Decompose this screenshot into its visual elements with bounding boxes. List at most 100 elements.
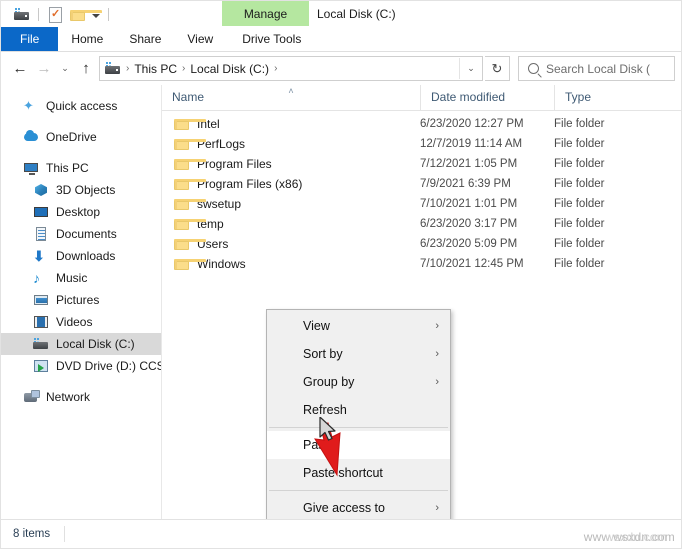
sidebar-label: Downloads <box>56 249 116 263</box>
column-headers: ˄ Name Date modified Type <box>162 85 681 111</box>
sidebar-item-3d-objects[interactable]: 3D Objects <box>1 179 161 201</box>
window-title: Local Disk (C:) <box>317 6 396 21</box>
sidebar-item-quick-access[interactable]: ✦ Quick access <box>1 95 161 117</box>
file-type-cell: File folder <box>554 118 605 130</box>
sidebar-item-onedrive[interactable]: OneDrive <box>1 126 161 148</box>
tab-home[interactable]: Home <box>58 27 116 51</box>
item-count-label: 8 items <box>13 528 51 540</box>
file-type-cell: File folder <box>554 138 605 150</box>
chevron-right-icon: › <box>435 376 439 388</box>
contextual-tab-group-manage: Manage <box>222 1 309 26</box>
breadcrumb-local-disk[interactable]: Local Disk (C:) <box>187 62 272 76</box>
drive-icon[interactable] <box>13 6 30 23</box>
tab-share[interactable]: Share <box>116 27 174 51</box>
chevron-right-icon: › <box>435 502 439 514</box>
menu-item-group-by[interactable]: Group by › <box>267 368 450 396</box>
menu-item-refresh[interactable]: Refresh <box>267 396 450 424</box>
folder-icon <box>174 158 206 171</box>
forward-button[interactable]: → <box>33 57 55 81</box>
menu-item-paste-shortcut[interactable]: Paste shortcut <box>267 459 450 487</box>
sidebar-item-pictures[interactable]: Pictures <box>1 289 161 311</box>
folder-icon <box>174 178 206 191</box>
file-date-cell: 7/12/2021 1:05 PM <box>420 158 518 170</box>
breadcrumb-separator-1[interactable]: › <box>180 63 187 74</box>
tab-file[interactable]: File <box>1 27 59 51</box>
file-type-cell: File folder <box>554 218 605 230</box>
breadcrumb-this-pc[interactable]: This PC <box>131 62 180 76</box>
menu-item-paste[interactable]: Paste <box>267 431 450 459</box>
file-type-cell: File folder <box>554 258 605 270</box>
table-row[interactable]: temp 6/23/2020 3:17 PM File folder <box>162 214 681 234</box>
sidebar-item-documents[interactable]: Documents <box>1 223 161 245</box>
file-name-cell: PerfLogs <box>162 137 420 151</box>
toolbar-divider <box>38 7 39 21</box>
sidebar-label: Music <box>56 271 88 285</box>
address-bar[interactable]: › This PC › Local Disk (C:) › ⌄ <box>99 56 483 81</box>
table-row[interactable]: PerfLogs 12/7/2019 11:14 AM File folder <box>162 134 681 154</box>
breadcrumb-separator-2[interactable]: › <box>272 63 279 74</box>
file-name-cell: Program Files (x86) <box>162 177 420 191</box>
properties-icon[interactable]: ✓ <box>47 6 64 23</box>
menu-item-give-access-to[interactable]: Give access to › <box>267 494 450 522</box>
download-icon: ⬇ <box>33 248 45 264</box>
recent-locations-button[interactable]: ⌄ <box>57 57 73 81</box>
sidebar-item-dvd-drive-d[interactable]: DVD Drive (D:) CCSA <box>1 355 161 377</box>
search-placeholder: Search Local Disk ( <box>546 61 651 76</box>
new-folder-icon[interactable] <box>70 9 102 22</box>
chevron-right-icon: › <box>435 320 439 332</box>
quick-access-toolbar: ✓ <box>1 1 111 27</box>
file-date-cell: 12/7/2019 11:14 AM <box>420 138 523 150</box>
sidebar-item-downloads[interactable]: ⬇ Downloads <box>1 245 161 267</box>
tab-view[interactable]: View <box>174 27 226 51</box>
sidebar-item-videos[interactable]: Videos <box>1 311 161 333</box>
file-name-cell: Users <box>162 237 420 251</box>
cloud-icon <box>23 129 39 145</box>
file-name-cell: swsetup <box>162 197 420 211</box>
folder-icon <box>174 118 206 131</box>
menu-item-view[interactable]: View › <box>267 312 450 340</box>
file-name-cell: Intel <box>162 117 420 131</box>
table-row[interactable]: swsetup 7/10/2021 1:01 PM File folder <box>162 194 681 214</box>
search-input[interactable]: Search Local Disk ( <box>518 56 675 81</box>
file-type-cell: File folder <box>554 158 605 170</box>
star-icon: ✦ <box>23 98 34 113</box>
file-rows: Intel 6/23/2020 12:27 PM File folder Per… <box>162 111 681 274</box>
tab-drive-tools[interactable]: Drive Tools <box>232 27 311 51</box>
sidebar-label: Network <box>46 390 91 404</box>
address-drive-icon <box>104 60 121 77</box>
sidebar-item-this-pc[interactable]: This PC <box>1 157 161 179</box>
folder-icon <box>174 138 206 151</box>
sidebar-item-music[interactable]: ♪ Music <box>1 267 161 289</box>
menu-separator <box>269 490 448 491</box>
file-date-cell: 7/10/2021 1:01 PM <box>420 198 518 210</box>
menu-item-sort-by[interactable]: Sort by › <box>267 340 450 368</box>
file-date-cell: 6/23/2020 3:17 PM <box>420 218 518 230</box>
refresh-button[interactable]: ↻ <box>485 56 510 81</box>
column-header-name[interactable]: ˄ Name <box>162 85 420 110</box>
chevron-right-icon: › <box>435 348 439 360</box>
table-row[interactable]: Program Files (x86) 7/9/2021 6:39 PM Fil… <box>162 174 681 194</box>
explorer-window: ✓ Manage Local Disk (C:) File Home Share… <box>0 0 682 549</box>
column-header-type[interactable]: Type <box>554 85 681 110</box>
sidebar-item-local-disk-c[interactable]: Local Disk (C:) <box>1 333 161 355</box>
address-dropdown-icon[interactable]: ⌄ <box>459 58 482 79</box>
file-date-cell: 6/23/2020 12:27 PM <box>420 118 524 130</box>
file-name-cell: Program Files <box>162 157 420 171</box>
table-row[interactable]: Users 6/23/2020 5:09 PM File folder <box>162 234 681 254</box>
sidebar-label: Documents <box>56 227 117 241</box>
title-bar: ✓ Manage Local Disk (C:) <box>1 1 681 27</box>
table-row[interactable]: Intel 6/23/2020 12:27 PM File folder <box>162 114 681 134</box>
sidebar-item-network[interactable]: Network <box>1 386 161 408</box>
picture-icon <box>33 292 49 308</box>
breadcrumb-separator-0: › <box>126 63 130 74</box>
file-type-cell: File folder <box>554 178 605 190</box>
folder-icon <box>174 238 206 251</box>
table-row[interactable]: Windows 7/10/2021 12:45 PM File folder <box>162 254 681 274</box>
back-button[interactable]: ← <box>9 57 31 81</box>
table-row[interactable]: Program Files 7/12/2021 1:05 PM File fol… <box>162 154 681 174</box>
column-header-date-modified[interactable]: Date modified <box>420 85 554 110</box>
sidebar-item-desktop[interactable]: Desktop <box>1 201 161 223</box>
file-type-cell: File folder <box>554 238 605 250</box>
search-icon <box>528 63 539 74</box>
up-button[interactable]: ↑ <box>75 57 97 81</box>
